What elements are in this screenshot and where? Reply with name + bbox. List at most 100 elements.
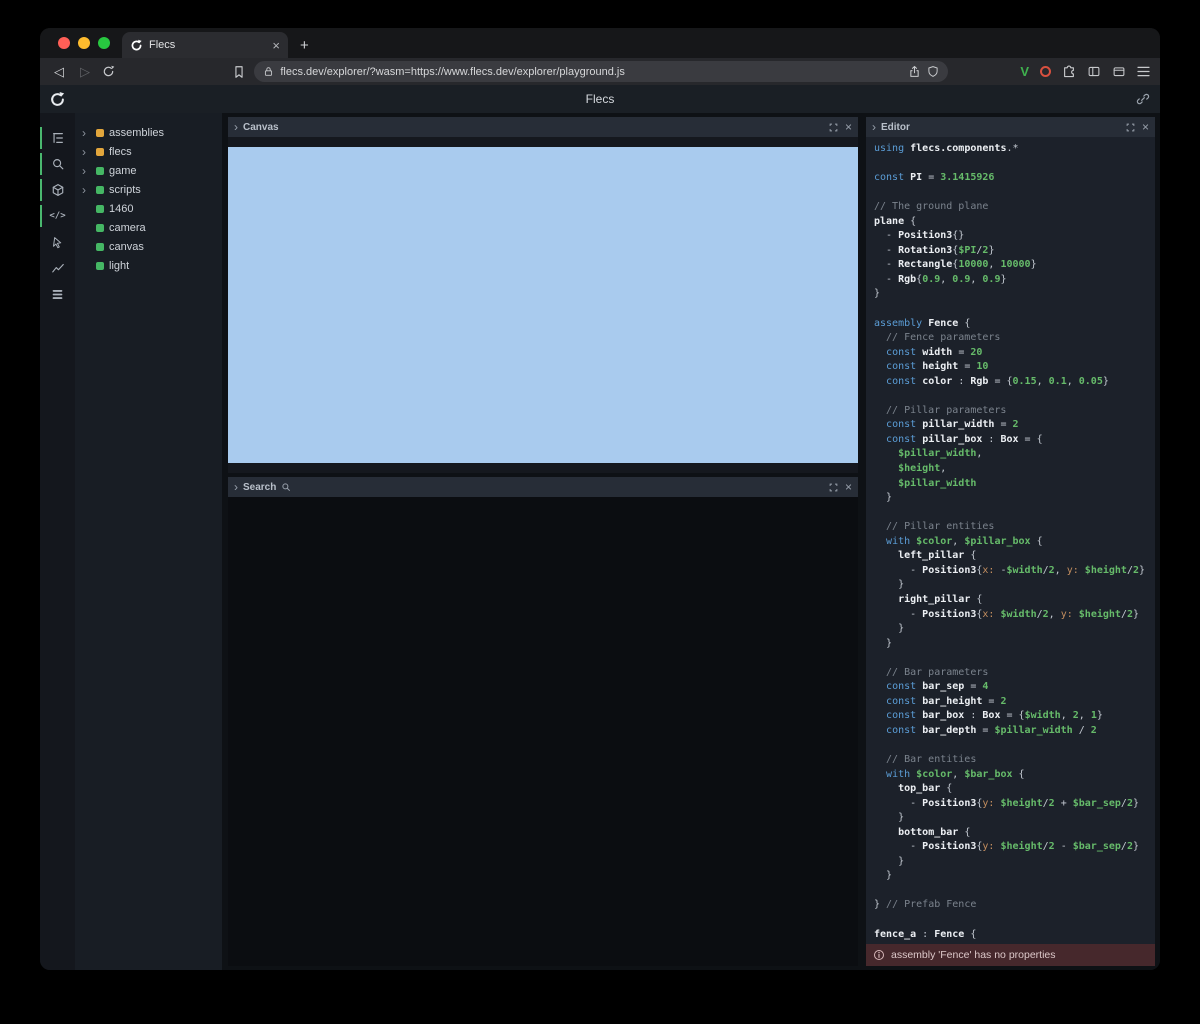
code-line: - Position3{x: -$width/2, y: $height/2} (874, 564, 1155, 579)
tree-item[interactable]: camera (75, 218, 222, 237)
canvas-panel-header[interactable]: › Canvas × (228, 117, 858, 137)
code-line: const bar_sep = 4 (874, 680, 1155, 695)
forward-button[interactable]: ▷ (76, 64, 94, 80)
code-line: assembly Fence { (874, 317, 1155, 332)
tree-item[interactable]: light (75, 256, 222, 275)
3d-viewport-canvas[interactable] (228, 147, 858, 463)
tree-item[interactable]: › scripts (75, 180, 222, 199)
code-line: const width = 20 (874, 346, 1155, 361)
statistics-chart-icon[interactable] (40, 255, 75, 281)
search-panel-body[interactable] (228, 497, 858, 966)
close-panel-icon[interactable]: × (845, 481, 852, 493)
expand-chevron-icon[interactable]: › (82, 127, 91, 139)
sidebar-toggle-icon[interactable] (1087, 65, 1101, 78)
code-line: } (874, 287, 1155, 302)
tree-item[interactable]: › assemblies (75, 123, 222, 142)
code-line: } // Prefab Fence (874, 898, 1155, 913)
entity-tree-icon[interactable] (40, 125, 75, 151)
editor-panel-header[interactable]: › Editor × (866, 117, 1155, 137)
url-text[interactable]: flecs.dev/explorer/?wasm=https://www.fle… (280, 66, 902, 78)
tab-strip: Flecs × + (40, 28, 1160, 58)
wallet-icon[interactable] (1112, 65, 1126, 78)
code-line: } (874, 855, 1155, 870)
reload-button[interactable] (102, 65, 115, 78)
fullscreen-icon[interactable] (829, 123, 838, 132)
extensions-puzzle-icon[interactable] (1062, 65, 1076, 79)
code-line (874, 186, 1155, 201)
code-line: // The ground plane (874, 200, 1155, 215)
code-line: } (874, 811, 1155, 826)
address-bar[interactable]: flecs.dev/explorer/?wasm=https://www.fle… (254, 61, 948, 82)
shield-icon[interactable] (927, 65, 939, 78)
window-minimize-button[interactable] (78, 37, 90, 49)
panel-chevron-icon[interactable]: › (234, 481, 238, 493)
tree-item-label: 1460 (109, 203, 133, 215)
code-line: plane { (874, 215, 1155, 230)
search-panel-header[interactable]: › Search × (228, 477, 858, 497)
code-line: using flecs.components.* (874, 142, 1155, 157)
browser-tab[interactable]: Flecs × (122, 32, 288, 58)
share-icon[interactable] (908, 65, 921, 78)
entity-color-square (96, 262, 104, 270)
expand-chevron-icon[interactable]: › (82, 146, 91, 158)
share-link-icon[interactable] (1136, 92, 1150, 106)
info-icon (873, 949, 885, 961)
app-header: Flecs (40, 85, 1160, 113)
code-line: } (874, 869, 1155, 884)
new-tab-button[interactable]: + (300, 32, 309, 58)
tree-item[interactable]: 1460 (75, 199, 222, 218)
code-line (874, 506, 1155, 521)
panel-rail: </> (40, 113, 75, 970)
tree-item[interactable]: › flecs (75, 142, 222, 161)
inspector-cursor-icon[interactable] (40, 229, 75, 255)
v-extension-icon[interactable]: V (1020, 64, 1029, 79)
fullscreen-icon[interactable] (829, 483, 838, 492)
page-body: </> › assemblies › flecs › game › scripts 1460 ca… (40, 113, 1160, 970)
close-panel-icon[interactable]: × (1142, 121, 1149, 133)
entity-color-square (96, 148, 104, 156)
tree-item[interactable]: › game (75, 161, 222, 180)
tab-close-icon[interactable]: × (272, 39, 280, 52)
code-line: $pillar_width, (874, 447, 1155, 462)
close-panel-icon[interactable]: × (845, 121, 852, 133)
search-panel-icon[interactable] (40, 151, 75, 177)
window-close-button[interactable] (58, 37, 70, 49)
flecs-favicon-icon (130, 39, 143, 52)
back-button[interactable]: ◁ (50, 64, 68, 80)
code-line: fence_a : Fence { (874, 928, 1155, 943)
lock-icon (263, 66, 274, 77)
code-line: // Fence parameters (874, 331, 1155, 346)
tree-item-label: flecs (109, 146, 132, 158)
entity-tree: › assemblies › flecs › game › scripts 1460 camera… (75, 113, 222, 970)
panel-chevron-icon[interactable]: › (234, 121, 238, 133)
queries-rows-icon[interactable] (40, 281, 75, 307)
script-editor-icon[interactable]: </> (40, 203, 75, 229)
recorder-extension-icon[interactable] (1040, 66, 1051, 77)
flecs-logo-icon[interactable] (49, 91, 66, 108)
code-line (874, 302, 1155, 317)
expand-chevron-icon[interactable]: › (82, 165, 91, 177)
window-zoom-button[interactable] (98, 37, 110, 49)
tree-item-label: scripts (109, 184, 141, 196)
entity-color-square (96, 243, 104, 251)
expand-chevron-icon[interactable]: › (82, 184, 91, 196)
code-line: } (874, 491, 1155, 506)
panel-chevron-icon[interactable]: › (872, 121, 876, 133)
code-line: right_pillar { (874, 593, 1155, 608)
editor-panel: › Editor × using flecs.components.*const… (866, 117, 1155, 966)
menu-icon[interactable] (1137, 66, 1150, 77)
code-line (874, 913, 1155, 928)
code-line: left_pillar { (874, 549, 1155, 564)
code-line: const color : Rgb = {0.15, 0.1, 0.05} (874, 375, 1155, 390)
code-line: with $color, $pillar_box { (874, 535, 1155, 550)
tree-item-label: assemblies (109, 127, 164, 139)
fullscreen-icon[interactable] (1126, 123, 1135, 132)
code-editor[interactable]: using flecs.components.*const PI = 3.141… (866, 137, 1155, 944)
code-line: - Position3{y: $height/2 - $bar_sep/2} (874, 840, 1155, 855)
code-line: const pillar_box : Box = { (874, 433, 1155, 448)
code-line: // Pillar entities (874, 520, 1155, 535)
canvas-cube-icon[interactable] (40, 177, 75, 203)
tree-item[interactable]: canvas (75, 237, 222, 256)
bookmark-icon[interactable] (232, 65, 246, 79)
tree-item-label: game (109, 165, 137, 177)
